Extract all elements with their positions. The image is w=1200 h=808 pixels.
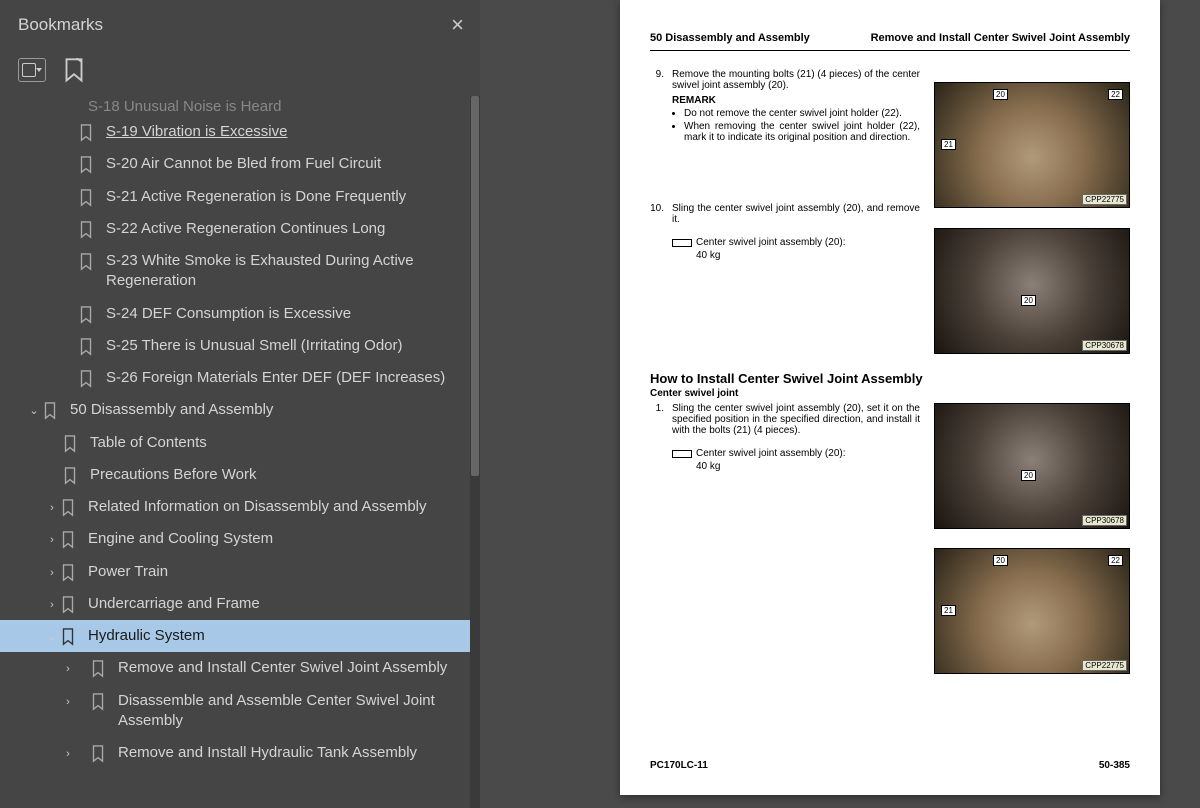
bookmark-row[interactable]: ⌄ Hydraulic System bbox=[0, 620, 480, 652]
bookmark-row[interactable]: › Power Train bbox=[0, 556, 480, 588]
bookmark-icon bbox=[60, 531, 76, 549]
bookmark-icon bbox=[60, 499, 76, 517]
bookmark-label: Table of Contents bbox=[90, 433, 472, 453]
chevron-right-icon[interactable]: › bbox=[44, 533, 60, 548]
bookmark-icon bbox=[78, 221, 94, 239]
step-9: 9. Remove the mounting bolts (21) (4 pie… bbox=[650, 69, 930, 145]
chevron-down-icon[interactable]: ⌄ bbox=[26, 404, 42, 419]
bookmark-label: S-21 Active Regeneration is Done Frequen… bbox=[106, 187, 472, 207]
bookmark-row[interactable]: › Disassemble and Assemble Center Swivel … bbox=[0, 685, 480, 738]
bookmark-icon bbox=[90, 745, 106, 763]
subsection-heading: Center swivel joint bbox=[650, 388, 930, 399]
header-left: 50 Disassembly and Assembly bbox=[650, 32, 810, 44]
figure-4: 20 22 21 CPP22775 bbox=[934, 548, 1130, 674]
page-header: 50 Disassembly and Assembly Remove and I… bbox=[650, 0, 1130, 51]
bookmark-label: Remove and Install Center Swivel Joint A… bbox=[118, 658, 472, 678]
bookmark-row[interactable]: Table of Contents bbox=[0, 427, 480, 459]
bookmark-icon bbox=[78, 370, 94, 388]
bookmark-icon bbox=[90, 660, 106, 678]
step-10: 10. Sling the center swivel joint assemb… bbox=[650, 203, 930, 225]
bookmark-icon bbox=[62, 435, 78, 453]
bookmark-icon bbox=[78, 338, 94, 356]
document-viewer[interactable]: 50 Disassembly and Assembly Remove and I… bbox=[480, 0, 1200, 808]
panel-toolbar bbox=[0, 50, 480, 96]
footer-pagenum: 50-385 bbox=[1099, 760, 1130, 771]
document-page: 50 Disassembly and Assembly Remove and I… bbox=[620, 0, 1160, 795]
header-right: Remove and Install Center Swivel Joint A… bbox=[871, 32, 1130, 44]
bookmark-row[interactable]: S-26 Foreign Materials Enter DEF (DEF In… bbox=[0, 362, 480, 394]
bookmark-row[interactable]: › Related Information on Disassembly and … bbox=[0, 491, 480, 523]
bookmark-row[interactable]: › Remove and Install Center Swivel Joint … bbox=[0, 652, 480, 684]
bookmark-label: 50 Disassembly and Assembly bbox=[70, 400, 472, 420]
bookmark-label: S-25 There is Unusual Smell (Irritating … bbox=[106, 336, 472, 356]
bookmark-label: Remove and Install Hydraulic Tank Assemb… bbox=[118, 743, 472, 763]
weight-spec: Center swivel joint assembly (20): bbox=[672, 233, 930, 250]
chevron-right-icon[interactable]: › bbox=[60, 747, 76, 762]
bookmark-row[interactable]: S-22 Active Regeneration Continues Long bbox=[0, 213, 480, 245]
bookmark-label: Hydraulic System bbox=[88, 626, 472, 646]
figure-2: 20 CPP30678 bbox=[934, 228, 1130, 354]
bookmark-label: S-20 Air Cannot be Bled from Fuel Circui… bbox=[106, 154, 472, 174]
chevron-right-icon[interactable]: › bbox=[44, 501, 60, 516]
page-footer: PC170LC-11 50-385 bbox=[650, 760, 1130, 771]
bookmark-row[interactable]: S-23 White Smoke is Exhausted During Act… bbox=[0, 245, 480, 298]
bookmark-row[interactable]: › Undercarriage and Frame bbox=[0, 588, 480, 620]
bookmark-icon bbox=[78, 189, 94, 207]
bookmark-icon bbox=[78, 156, 94, 174]
bookmark-row[interactable]: Precautions Before Work bbox=[0, 459, 480, 491]
bookmark-label: S-26 Foreign Materials Enter DEF (DEF In… bbox=[106, 368, 472, 388]
panel-title: Bookmarks bbox=[18, 15, 103, 35]
chevron-right-icon[interactable]: › bbox=[60, 662, 76, 677]
bookmark-label: S-22 Active Regeneration Continues Long bbox=[106, 219, 472, 239]
bookmark-label: S-23 White Smoke is Exhausted During Act… bbox=[106, 251, 472, 292]
bookmark-current-icon[interactable] bbox=[64, 58, 84, 82]
bookmark-icon bbox=[78, 253, 94, 271]
bookmark-label: Related Information on Disassembly and A… bbox=[88, 497, 472, 517]
figure-1: 20 22 21 CPP22775 bbox=[934, 82, 1130, 208]
chevron-right-icon[interactable]: › bbox=[44, 566, 60, 581]
bookmark-icon bbox=[78, 306, 94, 324]
close-icon[interactable]: × bbox=[451, 12, 464, 38]
bookmark-row[interactable]: S-20 Air Cannot be Bled from Fuel Circui… bbox=[0, 148, 480, 180]
bookmark-icon bbox=[60, 596, 76, 614]
panel-header: Bookmarks × bbox=[0, 0, 480, 50]
bookmark-row[interactable]: ⌄ 50 Disassembly and Assembly bbox=[0, 394, 480, 426]
bookmark-label: Engine and Cooling System bbox=[88, 529, 472, 549]
bookmark-icon bbox=[42, 402, 58, 420]
bookmark-label: S-24 DEF Consumption is Excessive bbox=[106, 304, 472, 324]
bookmark-row[interactable]: › Remove and Install Hydraulic Tank Assem… bbox=[0, 737, 480, 769]
bookmark-icon bbox=[60, 564, 76, 582]
chevron-right-icon[interactable]: › bbox=[60, 695, 76, 710]
chevron-down-icon[interactable]: ⌄ bbox=[44, 630, 60, 645]
options-menu-button[interactable] bbox=[18, 58, 46, 82]
scrollbar-track[interactable] bbox=[470, 96, 480, 808]
figure-3: 20 CPP30678 bbox=[934, 403, 1130, 529]
chevron-right-icon[interactable]: › bbox=[44, 598, 60, 613]
bookmarks-panel: Bookmarks × S-18 Unusual Noise is Heard … bbox=[0, 0, 480, 808]
bookmark-label: Power Train bbox=[88, 562, 472, 582]
scrollbar-thumb[interactable] bbox=[471, 96, 479, 476]
bookmark-icon bbox=[62, 467, 78, 485]
bookmark-row[interactable]: › Engine and Cooling System bbox=[0, 523, 480, 555]
bookmark-row[interactable]: S-21 Active Regeneration is Done Frequen… bbox=[0, 181, 480, 213]
weight-spec: Center swivel joint assembly (20): bbox=[672, 444, 930, 461]
bookmark-label: Disassemble and Assemble Center Swivel J… bbox=[118, 691, 472, 732]
bookmark-row[interactable]: S-18 Unusual Noise is Heard bbox=[88, 96, 448, 121]
bookmark-label: S-19 Vibration is Excessive bbox=[106, 122, 472, 142]
bookmark-label: Precautions Before Work bbox=[90, 465, 472, 485]
footer-model: PC170LC-11 bbox=[650, 760, 708, 771]
bookmark-label: Undercarriage and Frame bbox=[88, 594, 472, 614]
section-heading: How to Install Center Swivel Joint Assem… bbox=[650, 371, 1130, 386]
bookmark-row[interactable]: S-25 There is Unusual Smell (Irritating … bbox=[0, 330, 480, 362]
bookmark-icon bbox=[90, 693, 106, 711]
bookmark-icon bbox=[60, 628, 76, 646]
bookmark-icon bbox=[78, 124, 94, 142]
bookmark-tree: S-18 Unusual Noise is Heard S-19 Vibrati… bbox=[0, 96, 480, 808]
install-step-1: 1. Sling the center swivel joint assembl… bbox=[650, 403, 930, 436]
bookmark-row[interactable]: S-24 DEF Consumption is Excessive bbox=[0, 298, 480, 330]
